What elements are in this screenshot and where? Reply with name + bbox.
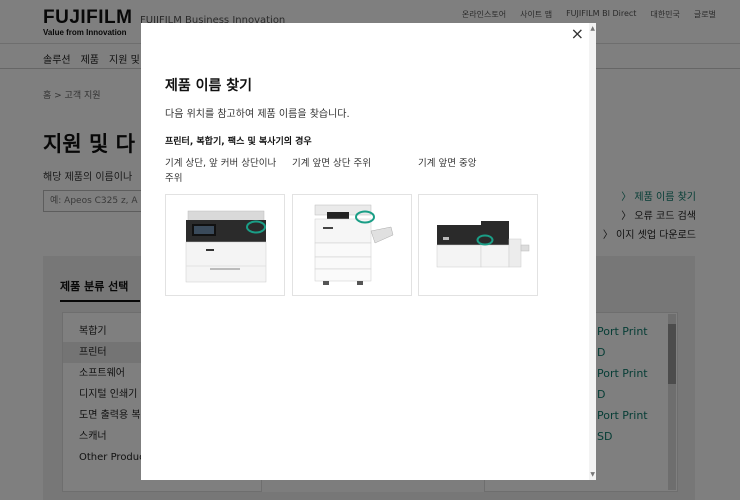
compact-mfp-image — [185, 210, 267, 283]
office-mfp-image — [314, 204, 394, 285]
modal-title: 제품 이름 찾기 — [165, 78, 253, 94]
close-button[interactable]: × — [571, 25, 584, 43]
scroll-down-icon[interactable]: ▼ — [590, 471, 595, 478]
printer-image-card — [418, 194, 538, 296]
production-printer-image — [436, 221, 530, 268]
modal-description: 다음 위치를 참고하여 제품 이름을 찾습니다. — [165, 109, 350, 120]
find-product-name-modal: ▲ ▼ × 제품 이름 찾기 다음 위치를 참고하여 제품 이름을 찾습니다. … — [141, 23, 596, 480]
printer-image-card — [292, 194, 412, 296]
scroll-up-icon[interactable]: ▲ — [590, 25, 595, 32]
location-label-front-top: 기계 앞면 상단 주위 — [292, 158, 371, 169]
modal-subtitle: 프린터, 복합기, 팩스 및 복사기의 경우 — [165, 137, 312, 147]
location-label-top-cover: 기계 상단, 앞 커버 상단이나 주위 — [165, 158, 277, 184]
location-label-front-center: 기계 앞면 중앙 — [418, 158, 477, 169]
modal-scrollbar[interactable]: ▲ ▼ — [589, 23, 596, 480]
close-icon: × — [570, 24, 584, 43]
printer-image-card — [165, 194, 285, 296]
